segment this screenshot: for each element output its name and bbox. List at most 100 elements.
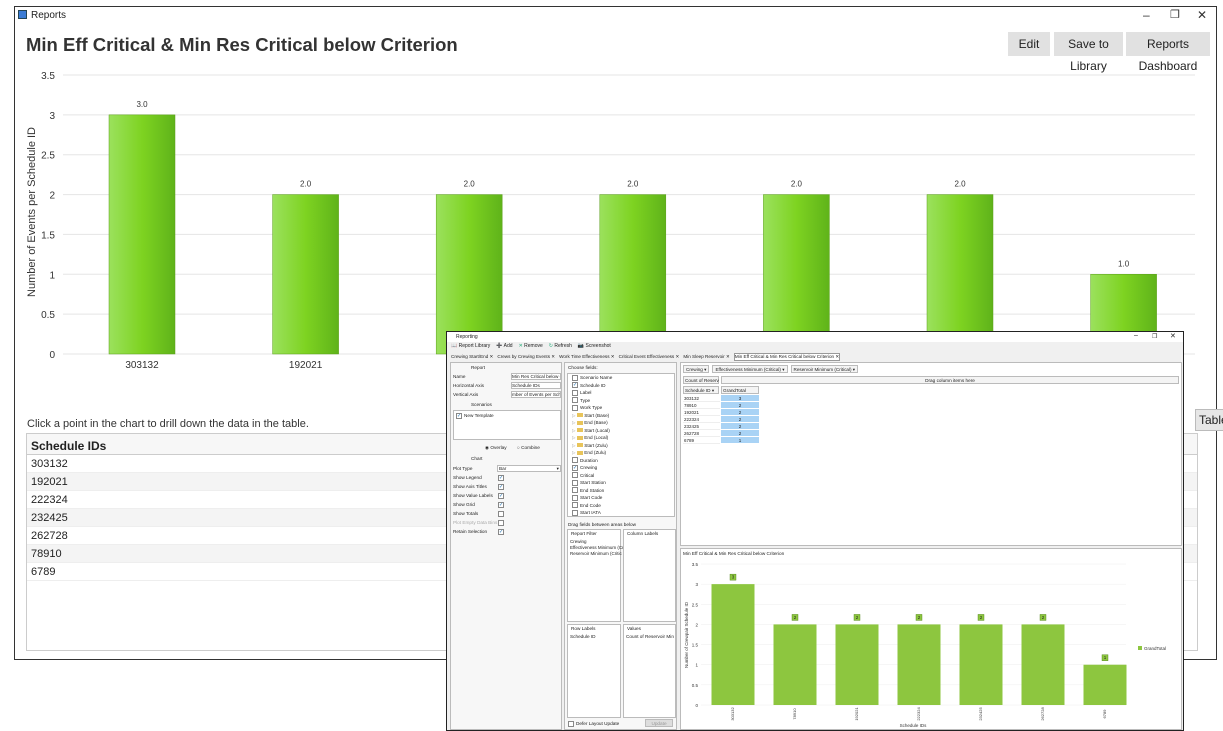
field-item[interactable]: Start IATA bbox=[572, 509, 674, 516]
horizontal-axis-field[interactable]: Schedule IDs bbox=[511, 382, 561, 389]
pivot-filter-chip[interactable]: Crewing ▾ bbox=[683, 365, 710, 373]
pivot-row[interactable]: 232425 2 bbox=[683, 423, 761, 430]
pivot-filters: Crewing ▾ Effectiveness Minimum (Critical… bbox=[683, 365, 861, 373]
maximize-icon[interactable]: ❐ bbox=[1152, 333, 1157, 340]
field-item[interactable]: ▷ End (Local) bbox=[572, 434, 674, 442]
chart-option[interactable]: Show Value Labels ✓ bbox=[453, 493, 553, 502]
tab-report[interactable]: Crews by Crewing Events ✕ bbox=[497, 354, 555, 360]
scenario-item[interactable]: ✓ New Template bbox=[456, 413, 494, 419]
field-item[interactable]: ▷ Start (Zulu) bbox=[572, 442, 674, 450]
y-tick-label: 2.5 bbox=[692, 602, 699, 607]
chart-option[interactable]: Show Totals bbox=[453, 511, 553, 520]
preview-bar-chart[interactable]: 0 0.5 1 1.5 2 2.5 3 3.5 Number of Crewpair Sched… bbox=[681, 557, 1181, 729]
field-item[interactable]: ▷ Start (Base) bbox=[572, 412, 674, 420]
values-item[interactable]: Count of Reservoir Min bbox=[626, 634, 674, 639]
values-area[interactable]: Values Count of Reservoir Min bbox=[623, 624, 676, 718]
toolbar-remove-button[interactable]: ✕ Remove bbox=[519, 343, 543, 349]
field-item[interactable]: Label bbox=[572, 389, 674, 397]
defer-layout-checkbox[interactable]: Defer Layout Update bbox=[568, 721, 619, 727]
x-tick-label: 192021 bbox=[289, 360, 323, 371]
field-item[interactable]: ▷ End (Base) bbox=[572, 419, 674, 427]
vertical-axis-field[interactable]: mber of Events per Schedule ID bbox=[511, 391, 561, 398]
column-labels-area[interactable]: Column Labels bbox=[623, 529, 676, 622]
field-item[interactable]: Work Type bbox=[572, 404, 674, 412]
minimize-icon[interactable]: – bbox=[1143, 8, 1150, 22]
pivot-row[interactable]: 78910 2 bbox=[683, 402, 761, 409]
y-tick-label: 2 bbox=[49, 191, 55, 202]
filter-items: Crewing Effectiveness Minimum (Cr Reservoi… bbox=[570, 539, 624, 557]
chart-option[interactable]: Plot Empty Data Bins bbox=[453, 520, 553, 529]
bar bbox=[897, 624, 941, 705]
bar bbox=[1021, 624, 1065, 705]
field-item[interactable]: ▷ Start (Local) bbox=[572, 427, 674, 435]
save-to-library-button[interactable]: Save to Library bbox=[1054, 32, 1123, 73]
pivot-row[interactable]: 6789 1 bbox=[683, 437, 761, 444]
toolbar-refresh-button[interactable]: ↻ Refresh bbox=[549, 343, 572, 349]
reporting-title: Reporting bbox=[456, 334, 478, 340]
field-item[interactable]: ✓ Crewing bbox=[572, 464, 674, 472]
overlay-radio[interactable]: ◉ Overlay bbox=[485, 445, 507, 451]
toolbar-screenshot-button[interactable]: 📷 Screenshot bbox=[578, 343, 611, 349]
app-icon bbox=[18, 10, 27, 19]
pivot-row-header[interactable]: Schedule ID ▾ bbox=[683, 386, 719, 394]
tab-report[interactable]: Min Sleep Reservoir ✕ bbox=[683, 354, 730, 360]
maximize-icon[interactable]: ❐ bbox=[1170, 8, 1180, 21]
field-item[interactable]: Type bbox=[572, 397, 674, 405]
name-label: Name bbox=[453, 374, 466, 379]
values-label: Values bbox=[627, 626, 641, 631]
chart-option[interactable]: Show Legend ✓ bbox=[453, 475, 553, 484]
tab-report[interactable]: Crewing Start/End ✕ bbox=[451, 354, 493, 360]
chart-option[interactable]: Show Grid ✓ bbox=[453, 502, 553, 511]
drilldown-hint: Click a point in the chart to drill down… bbox=[27, 418, 309, 430]
field-item[interactable]: End Station bbox=[572, 487, 674, 495]
y-tick-label: 0 bbox=[695, 703, 698, 708]
update-button[interactable]: Update bbox=[645, 719, 673, 727]
tab-report[interactable]: Min Eff Critical & Min Res Critical belo… bbox=[733, 353, 841, 361]
field-list: Scenario Name ✓ Schedule ID Label Type Work T… bbox=[567, 373, 675, 517]
pivot-column-drop[interactable]: Drag column items here bbox=[721, 376, 1179, 384]
chart-option[interactable]: Show Axis Titles ✓ bbox=[453, 484, 553, 493]
field-item[interactable]: Critical bbox=[572, 472, 674, 480]
y-tick-label: 3.5 bbox=[41, 71, 55, 82]
close-icon[interactable]: ✕ bbox=[1197, 8, 1207, 22]
pivot-row[interactable]: 262728 2 bbox=[683, 430, 761, 437]
combine-radio[interactable]: ○ Combine bbox=[517, 445, 540, 450]
field-item[interactable]: ✓ Schedule ID bbox=[572, 382, 674, 390]
pivot-filter-chip[interactable]: Reservoir Minimum (Critical) ▾ bbox=[790, 365, 859, 373]
report-filter-area[interactable]: Report Filter Crewing Effectiveness Minim… bbox=[567, 529, 624, 622]
minimize-icon[interactable]: – bbox=[1134, 332, 1138, 339]
field-item[interactable]: Start Code bbox=[572, 494, 674, 502]
row-item[interactable]: Schedule ID bbox=[570, 634, 596, 639]
x-tick-label: 303132 bbox=[125, 360, 159, 371]
name-field[interactable]: Min Res Critical below Criterion bbox=[511, 373, 561, 380]
tab-report[interactable]: Critical Event Effectiveness ✕ bbox=[619, 354, 680, 360]
tab-report[interactable]: Work Time Effectiveness ✕ bbox=[559, 354, 615, 360]
scenarios-list: ✓ New Template bbox=[453, 410, 561, 440]
y-tick-label: 3 bbox=[695, 582, 698, 587]
field-item[interactable]: End Code bbox=[572, 502, 674, 510]
field-item[interactable]: Scenario Name bbox=[572, 374, 674, 382]
reports-dashboard-button[interactable]: Reports Dashboard bbox=[1126, 32, 1210, 73]
checkbox-icon bbox=[572, 472, 578, 479]
table-button[interactable]: Table bbox=[1195, 409, 1223, 431]
edit-button[interactable]: Edit bbox=[1008, 32, 1050, 56]
field-item[interactable]: ▷ End (Zulu) bbox=[572, 449, 674, 457]
pivot-row[interactable]: 192021 2 bbox=[683, 409, 761, 416]
checkbox-checked-icon: ✓ bbox=[498, 475, 504, 481]
pivot-row[interactable]: 303132 3 bbox=[683, 395, 761, 402]
row-labels-area[interactable]: Row Labels Schedule ID bbox=[567, 624, 621, 718]
toolbar-add-button[interactable]: ➕ Add bbox=[496, 343, 512, 349]
pivot-filter-chip[interactable]: Effectiveness Minimum (Critical) ▾ bbox=[712, 365, 788, 373]
filter-item[interactable]: Reservoir Minimum (Critic bbox=[570, 551, 624, 557]
toolbar-report-library-button[interactable]: 📖 Report Library bbox=[451, 343, 490, 349]
bar-value-label: 2.0 bbox=[464, 180, 476, 189]
x-tick-label: 232425 bbox=[978, 707, 983, 721]
chart-option[interactable]: Retain Selection ✓ bbox=[453, 529, 553, 538]
folder-icon bbox=[576, 420, 583, 425]
field-item[interactable]: Start Station bbox=[572, 479, 674, 487]
field-item[interactable]: Duration bbox=[572, 457, 674, 465]
pivot-row[interactable]: 222324 2 bbox=[683, 416, 761, 423]
plot-type-select[interactable]: Bar ▾ bbox=[497, 465, 561, 472]
close-icon[interactable]: ✕ bbox=[1170, 332, 1176, 340]
checkbox-icon bbox=[572, 404, 578, 411]
